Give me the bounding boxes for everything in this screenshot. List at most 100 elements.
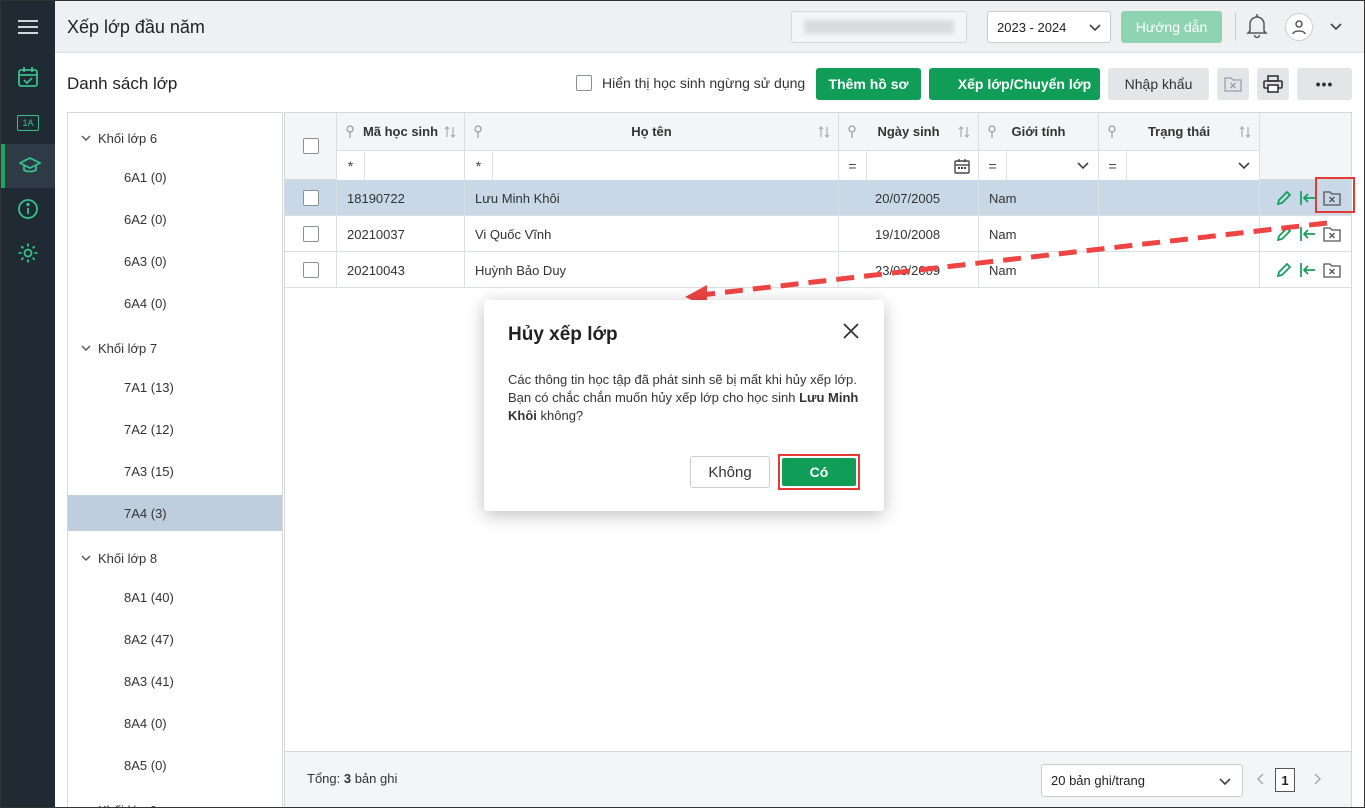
filter-cell[interactable]: = [979, 150, 1098, 180]
filter-cell[interactable]: * [465, 150, 838, 180]
show-inactive-toggle[interactable]: Hiển thị học sinh ngừng sử dụng [576, 75, 805, 91]
row-actions [1261, 252, 1341, 288]
sort-icon[interactable] [818, 125, 830, 139]
no-button[interactable]: Không [690, 456, 770, 488]
chevron-down-icon[interactable] [1329, 19, 1343, 33]
cancel-class-dialog: Hủy xếp lớp Các thông tin học tập đã phá… [484, 300, 884, 511]
tree-class[interactable]: 6A1 (0) [68, 159, 282, 195]
chevron-down-icon [81, 555, 91, 561]
avatar[interactable] [1285, 13, 1313, 41]
tree-class-label: 8A3 (41) [124, 673, 174, 689]
tree-grade-label: Khối lớp 7 [98, 340, 158, 356]
chevron-down-icon[interactable] [1076, 158, 1090, 172]
total-prefix: Tổng: [307, 771, 344, 786]
sort-icon[interactable] [958, 125, 970, 139]
remove-folder-button[interactable] [1217, 68, 1249, 100]
tree-class[interactable]: 7A3 (15) [68, 453, 282, 489]
column-label: Giới tính [1011, 124, 1066, 139]
row-checkbox[interactable] [303, 262, 319, 278]
tree-class[interactable]: 8A3 (41) [68, 663, 282, 699]
checkbox[interactable] [576, 75, 592, 91]
tree-class-label: 7A2 (12) [124, 421, 174, 437]
tree-class[interactable]: 6A4 (0) [68, 285, 282, 321]
sort-icon[interactable] [1239, 125, 1251, 139]
guide-button[interactable]: Hướng dẫn [1121, 11, 1222, 43]
tree-class[interactable]: 7A4 (3) [68, 495, 282, 531]
graduation-cap-icon[interactable] [1, 144, 55, 188]
tree-grade[interactable]: Khối lớp 6 [68, 120, 282, 156]
select-all-column [285, 113, 337, 180]
folder-x-icon[interactable] [1323, 226, 1341, 242]
import-button[interactable]: Nhập khẩu [1108, 68, 1209, 100]
tree-class-label: 7A1 (13) [124, 379, 174, 395]
filter-operator[interactable]: * [337, 151, 365, 180]
filter-operator[interactable]: * [465, 151, 493, 180]
top-bar: Xếp lớp đầu năm 2023 - 2024 Hướng dẫn [55, 1, 1364, 53]
tree-grade[interactable]: Khối lớp 9 [68, 792, 282, 808]
highlight-box [1315, 177, 1355, 213]
filter-cell[interactable]: = [839, 150, 978, 180]
column-header[interactable]: Ngày sinh = [839, 113, 979, 180]
current-page[interactable]: 1 [1275, 768, 1295, 792]
page-size-select[interactable]: 20 bản ghi/trang [1041, 764, 1243, 797]
tree-class[interactable]: 6A2 (0) [68, 201, 282, 237]
tree-grade[interactable]: Khối lớp 8 [68, 540, 282, 576]
pencil-icon[interactable] [1275, 189, 1293, 207]
column-header[interactable]: Trạng thái = [1099, 113, 1260, 180]
more-button[interactable]: ••• [1297, 68, 1352, 100]
row-checkbox[interactable] [303, 226, 319, 242]
table-row[interactable]: 20210037 Vi Quốc Vĩnh 19/10/2008 Nam [285, 216, 1351, 252]
table-row[interactable]: 18190722 Lưu Minh Khôi 20/07/2005 Nam [285, 180, 1351, 216]
tree-class[interactable]: 8A1 (40) [68, 579, 282, 615]
settings-gear-icon[interactable] [1, 231, 55, 275]
class-tree: Khối lớp 6 6A1 (0) 6A2 (0) 6A3 (0) 6A4 (0) Kh… [67, 112, 283, 808]
bell-icon[interactable] [1245, 13, 1269, 39]
filter-operator[interactable]: = [839, 151, 867, 180]
tree-class[interactable]: 6A3 (0) [68, 243, 282, 279]
tree-class[interactable]: 7A2 (12) [68, 411, 282, 447]
yes-button[interactable]: Có [782, 458, 856, 486]
filter-operator[interactable]: = [979, 151, 1007, 180]
chevron-left-icon[interactable] [1255, 771, 1267, 787]
class-1a-icon[interactable]: 1A [1, 101, 55, 145]
column-header[interactable]: Giới tính = [979, 113, 1099, 180]
pencil-icon[interactable] [1275, 261, 1293, 279]
transfer-icon[interactable] [1299, 225, 1317, 243]
tree-class[interactable]: 8A4 (0) [68, 705, 282, 741]
tree-class-label: 6A4 (0) [124, 295, 167, 311]
tree-class[interactable]: 8A2 (47) [68, 621, 282, 657]
calendar-check-icon[interactable] [1, 55, 55, 99]
chevron-right-icon[interactable] [1311, 771, 1323, 787]
divider [1235, 13, 1236, 41]
tree-class-label: 8A5 (0) [124, 757, 167, 773]
tree-class[interactable]: 7A1 (13) [68, 369, 282, 405]
folder-x-icon[interactable] [1323, 262, 1341, 278]
calendar-icon[interactable] [954, 158, 970, 174]
pencil-icon[interactable] [1275, 225, 1293, 243]
table-row[interactable]: 20210043 Huỳnh Bảo Duy 23/03/2009 Nam [285, 252, 1351, 288]
chevron-down-icon [1219, 778, 1231, 786]
select-all-checkbox[interactable] [303, 138, 319, 154]
status [1099, 216, 1260, 252]
school-selector[interactable] [791, 11, 967, 43]
school-year-select[interactable]: 2023 - 2024 [987, 11, 1111, 43]
tree-class[interactable]: 8A5 (0) [68, 747, 282, 783]
page-size-value: 20 bản ghi/trang [1051, 773, 1145, 788]
menu-icon[interactable] [1, 5, 55, 49]
close-icon[interactable] [842, 322, 860, 340]
assign-class-button[interactable]: Xếp lớp/Chuyển lớp [929, 68, 1100, 100]
row-checkbox[interactable] [303, 190, 319, 206]
column-header[interactable]: Mã học sinh * [337, 113, 465, 180]
column-header[interactable]: Họ tên * [465, 113, 839, 180]
tree-grade[interactable]: Khối lớp 7 [68, 330, 282, 366]
filter-cell[interactable]: = [1099, 150, 1259, 180]
chevron-down-icon[interactable] [1237, 158, 1251, 172]
filter-operator[interactable]: = [1099, 151, 1127, 180]
print-button[interactable] [1257, 68, 1289, 100]
info-icon[interactable] [1, 187, 55, 231]
sort-icon[interactable] [444, 125, 456, 139]
tree-class-label: 6A2 (0) [124, 211, 167, 227]
add-profile-button[interactable]: Thêm hồ sơ [816, 68, 921, 100]
transfer-icon[interactable] [1299, 261, 1317, 279]
filter-cell[interactable]: * [337, 150, 464, 180]
